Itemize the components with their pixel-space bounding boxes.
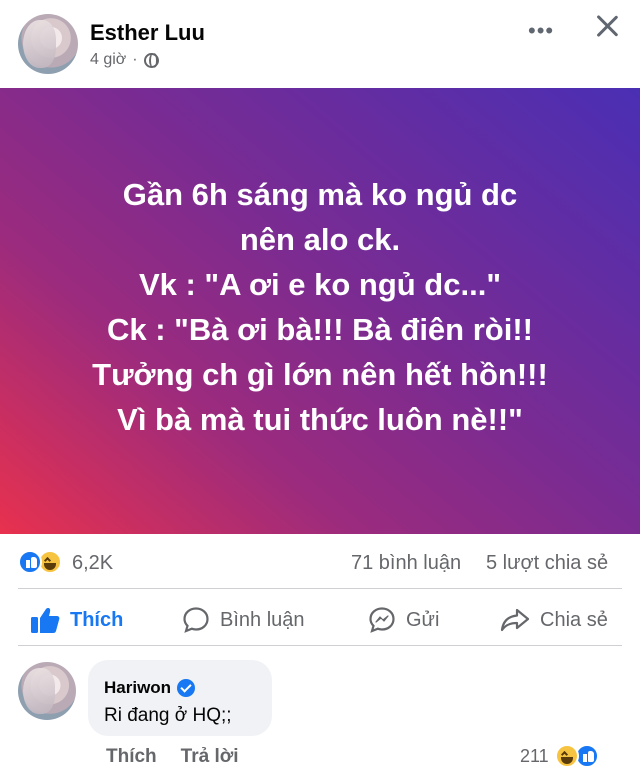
meta-separator: · — [132, 51, 138, 68]
commenter-name[interactable]: Hariwon — [104, 678, 171, 698]
comment-count[interactable]: 71 bình luận — [351, 552, 461, 575]
commenter-name-row: Hariwon — [104, 678, 196, 698]
author-name[interactable]: Esther Luu — [90, 20, 205, 46]
like-label: Thích — [70, 608, 124, 631]
comment: Hariwon Ri đang ở HQ;; Thích Trả lời 211 — [0, 660, 640, 766]
comment-reply-button[interactable]: Trả lời — [181, 746, 239, 766]
messenger-icon — [369, 607, 395, 633]
close-button[interactable] — [592, 10, 622, 40]
share-button[interactable]: Chia sẻ — [500, 606, 608, 634]
reaction-icons[interactable] — [18, 550, 62, 574]
post-text-line: Gần 6h sáng mà ko ngủ dc — [122, 177, 518, 212]
send-button[interactable]: Gửi — [368, 606, 439, 634]
verified-badge-icon — [177, 679, 196, 697]
post-text-line: Vk : "A ơi e ko ngủ dc..." — [138, 267, 502, 302]
divider — [18, 588, 622, 589]
post-text: Gần 6h sáng mà ko ngủ dc nên alo ck. Vk … — [0, 172, 640, 442]
post-header: Esther Luu 4 giờ · ••• — [0, 0, 640, 88]
comment-reaction-count: 211 — [520, 745, 549, 766]
thumbs-up-icon — [31, 608, 60, 633]
comment-bubble[interactable]: Hariwon Ri đang ở HQ;; — [88, 660, 272, 736]
like-reaction-icon — [18, 550, 42, 574]
comment-button[interactable]: Bình luận — [182, 606, 305, 634]
post-text-line: Ck : "Bà ơi bà!!! Bà điên ròi!! — [107, 312, 533, 347]
comment-label: Bình luận — [220, 608, 305, 631]
like-button[interactable]: Thích — [30, 606, 123, 634]
action-bar: Thích Bình luận Gửi Chia sẻ — [0, 598, 640, 642]
more-options-button[interactable]: ••• — [528, 18, 554, 44]
commenter-avatar[interactable] — [18, 662, 76, 720]
comment-reactions[interactable]: 211 — [520, 744, 599, 766]
comment-actions: Thích Trả lời — [106, 746, 239, 766]
divider — [18, 645, 622, 646]
post-text-line: nên alo ck. — [239, 222, 401, 257]
author-avatar[interactable] — [18, 14, 78, 74]
comment-icon — [183, 607, 209, 633]
reaction-count[interactable]: 6,2K — [72, 552, 113, 575]
send-label: Gửi — [406, 608, 440, 631]
share-label: Chia sẻ — [540, 608, 608, 631]
comment-like-button[interactable]: Thích — [106, 746, 157, 766]
haha-reaction-icon — [554, 744, 579, 766]
post-text-line: Tưởng ch gì lớn nên hết hồn!!! — [92, 357, 548, 392]
share-count[interactable]: 5 lượt chia sẻ — [486, 552, 608, 575]
comment-text: Ri đang ở HQ;; — [104, 705, 232, 726]
share-icon — [500, 608, 530, 632]
post-text-line: Vì bà mà tui thức luôn nè!!" — [117, 402, 523, 437]
post-meta: 4 giờ · — [90, 51, 159, 69]
post-stats: 6,2K 71 bình luận 5 lượt chia sẻ — [0, 544, 640, 584]
globe-icon — [143, 52, 159, 68]
post-time[interactable]: 4 giờ — [90, 51, 126, 69]
